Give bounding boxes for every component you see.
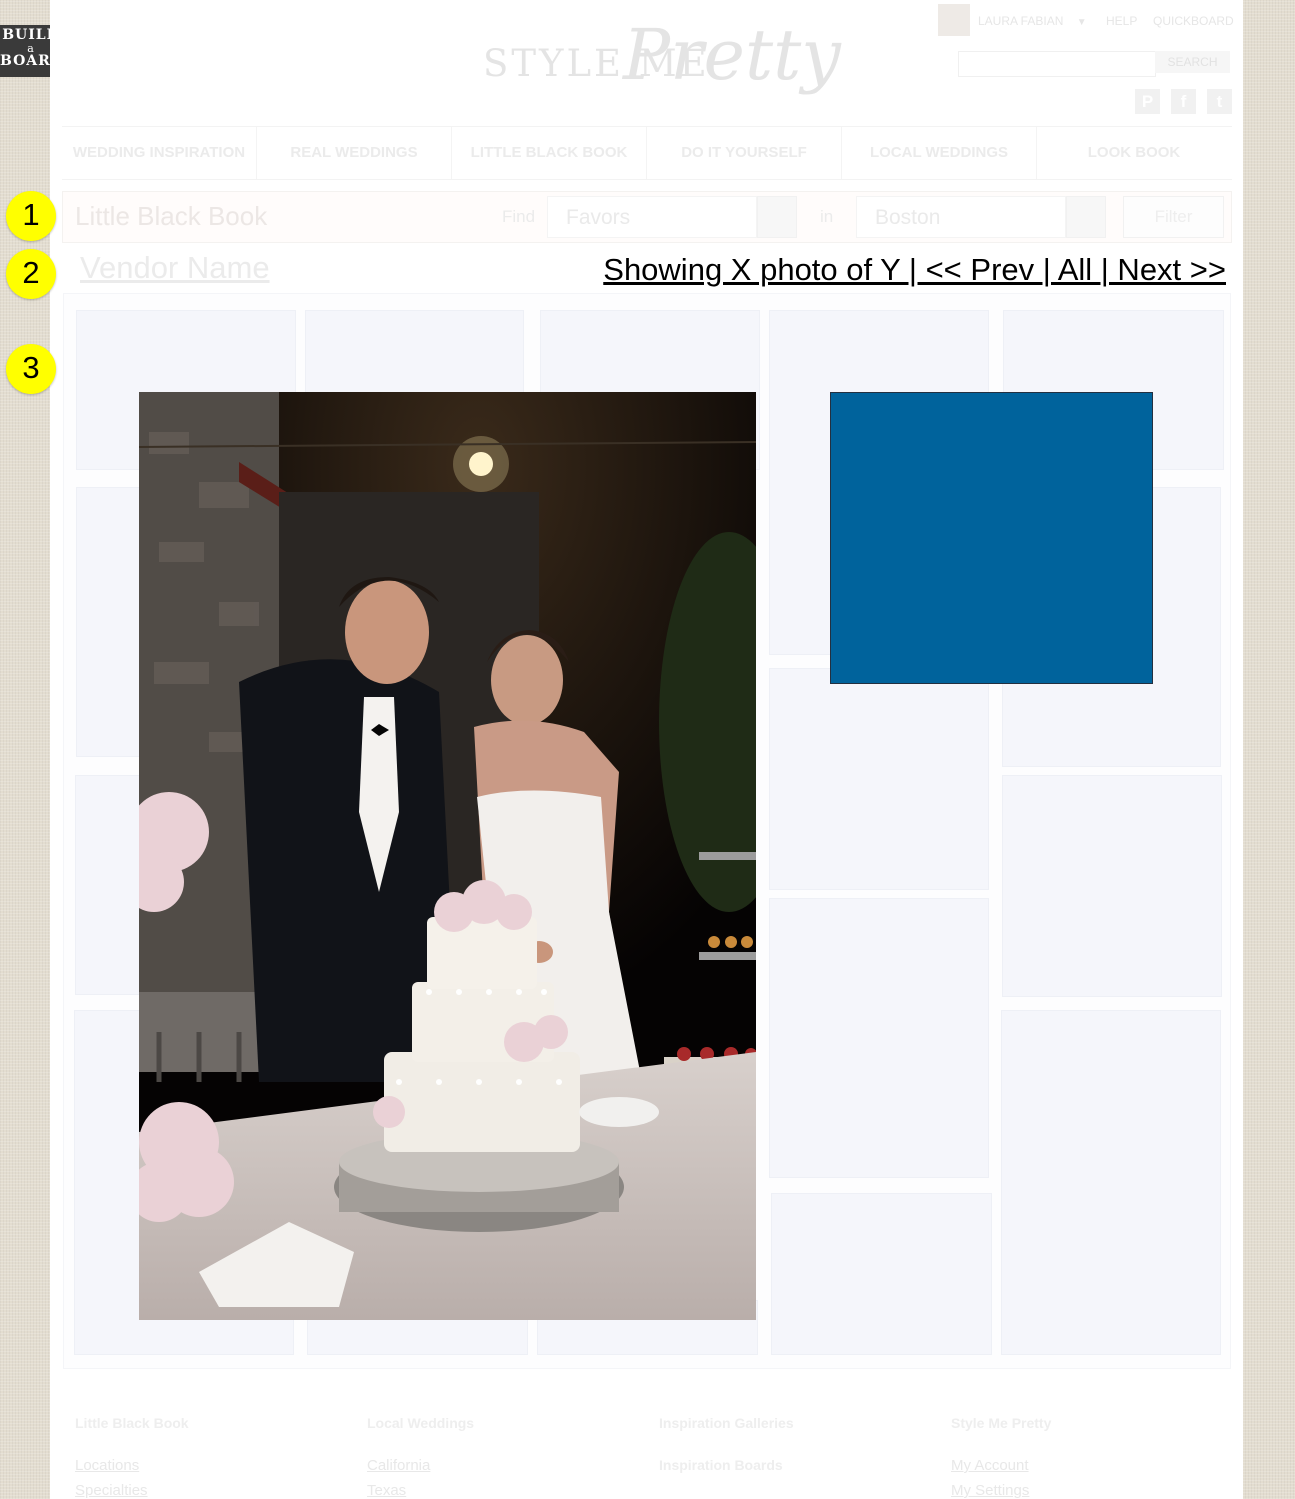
footer-heading-lbb: Little Black Book <box>75 1415 189 1431</box>
footer-heading-galleries[interactable]: Inspiration Galleries <box>659 1415 794 1431</box>
vendor-name-link[interactable]: Vendor Name <box>80 250 270 286</box>
footer-link-texas[interactable]: Texas <box>367 1482 406 1499</box>
footer-heading-smp: Style Me Pretty <box>951 1415 1052 1431</box>
location-value: Boston <box>875 206 941 229</box>
site-logo[interactable]: STYLE ME Pretty <box>483 14 841 110</box>
footer-link-my-account[interactable]: My Account <box>951 1457 1029 1474</box>
in-label: in <box>820 207 834 226</box>
chevron-down-icon: ▼ <box>1076 17 1087 28</box>
facebook-icon[interactable]: f <box>1171 89 1196 114</box>
category-select[interactable]: Favors <box>547 196 757 238</box>
user-name-link[interactable]: LAURA FABIAN ▼ <box>978 14 1087 28</box>
photo-pager[interactable]: Showing X photo of Y | << Prev | All | N… <box>603 252 1226 288</box>
logo-text-pretty: Pretty <box>623 14 841 96</box>
featured-photo[interactable] <box>139 392 756 1320</box>
gallery-tile[interactable] <box>769 898 989 1178</box>
nav-item-local-weddings[interactable]: LOCAL WEDDINGS <box>842 127 1037 179</box>
footer-link-locations[interactable]: Locations <box>75 1457 139 1474</box>
category-value: Favors <box>566 206 631 229</box>
footer-link-my-settings[interactable]: My Settings <box>951 1482 1029 1499</box>
twitter-icon[interactable]: t <box>1207 89 1232 114</box>
help-link[interactable]: HELP <box>1106 14 1137 28</box>
find-label: Find <box>502 207 536 226</box>
nav-item-real-weddings[interactable]: REAL WEDDINGS <box>257 127 452 179</box>
gallery-tile[interactable] <box>769 668 989 890</box>
location-select[interactable]: Boston <box>856 196 1066 238</box>
quickboard-link[interactable]: QUICKBOARD <box>1153 14 1234 28</box>
footer-heading-local: Local Weddings <box>367 1415 475 1431</box>
filter-button[interactable]: Filter <box>1123 196 1224 238</box>
gallery-tile[interactable] <box>1002 775 1222 997</box>
pinterest-icon[interactable]: P <box>1135 89 1160 114</box>
gallery-tile[interactable] <box>1001 1010 1221 1355</box>
annotation-marker-1: 1 <box>6 191 56 241</box>
main-nav: WEDDING INSPIRATION REAL WEDDINGS LITTLE… <box>62 126 1232 180</box>
annotation-marker-3: 3 <box>6 344 56 394</box>
user-name: LAURA FABIAN <box>978 14 1064 28</box>
footer-link-specialties[interactable]: Specialties <box>75 1482 148 1499</box>
footer-link-boards[interactable]: Inspiration Boards <box>659 1457 783 1473</box>
nav-item-do-it-yourself[interactable]: DO IT YOURSELF <box>647 127 842 179</box>
category-dropdown-toggle[interactable] <box>757 196 797 238</box>
nav-item-wedding-inspiration[interactable]: WEDDING INSPIRATION <box>62 127 257 179</box>
nav-item-little-black-book[interactable]: LITTLE BLACK BOOK <box>452 127 647 179</box>
search-button[interactable]: SEARCH <box>1155 51 1230 73</box>
avatar[interactable] <box>938 4 970 36</box>
lbb-title: Little Black Book <box>75 201 268 231</box>
location-dropdown-toggle[interactable] <box>1066 196 1106 238</box>
footer-link-california[interactable]: California <box>367 1457 430 1474</box>
search-input[interactable] <box>958 51 1156 77</box>
nav-item-look-book[interactable]: LOOK BOOK <box>1037 127 1231 179</box>
gallery-tile[interactable] <box>771 1193 992 1355</box>
ad-placeholder-box <box>830 392 1153 684</box>
annotation-marker-2: 2 <box>6 249 56 299</box>
